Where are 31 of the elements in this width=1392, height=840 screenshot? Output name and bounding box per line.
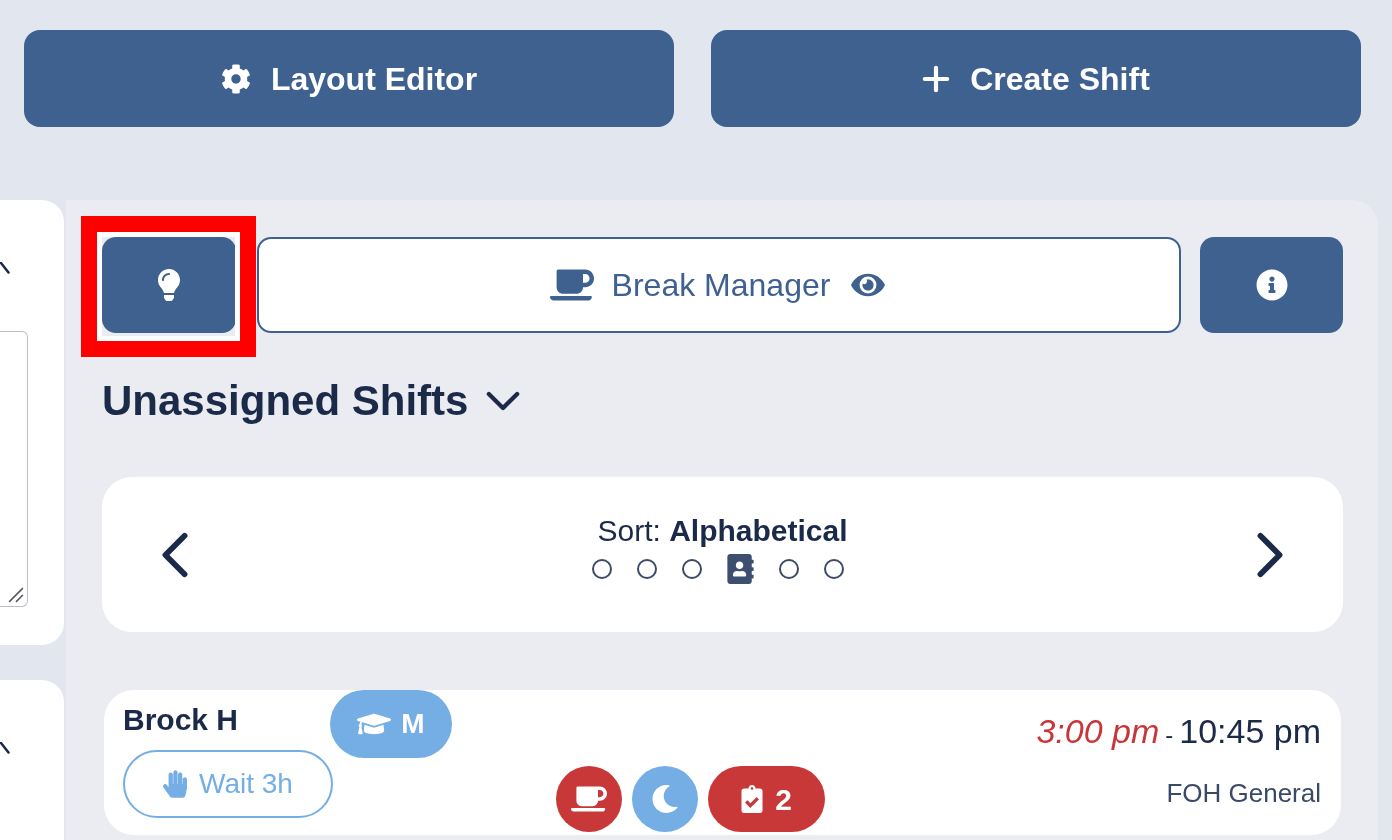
wait-time-label: Wait 3h xyxy=(199,767,293,801)
contact-book-icon[interactable] xyxy=(727,553,755,584)
layout-editor-button[interactable]: Layout Editor xyxy=(24,30,674,127)
employee-name: Brock H xyxy=(123,705,240,735)
position-label: FOH General xyxy=(1166,780,1321,806)
gear-icon xyxy=(220,63,251,94)
lightbulb-icon xyxy=(157,269,181,301)
start-time: 3:00 pm xyxy=(1036,714,1160,748)
chevron-down-icon[interactable] xyxy=(486,391,521,411)
end-time: 10:45 pm xyxy=(1179,714,1321,748)
chevron-up-icon[interactable] xyxy=(0,742,10,754)
hint-button[interactable] xyxy=(102,237,236,333)
hand-icon xyxy=(163,770,188,798)
break-manager-button[interactable]: Break Manager xyxy=(257,237,1181,333)
chevron-up-icon[interactable] xyxy=(0,262,10,274)
resize-handle-icon[interactable] xyxy=(8,587,24,603)
section-dropdown[interactable]: Unassigned Shifts xyxy=(102,380,521,422)
training-level-label: M xyxy=(401,707,425,741)
sort-label: Sort: Alphabetical xyxy=(597,515,848,546)
shift-card[interactable]: Brock H M Wait 3h 2 3:00 pm - 10:45 pm FOH General xyxy=(104,690,1341,835)
chevron-left-icon[interactable] xyxy=(160,531,190,578)
info-icon xyxy=(1255,269,1288,301)
chevron-right-icon[interactable] xyxy=(1255,531,1285,578)
coffee-cup-icon xyxy=(549,267,594,303)
plus-icon xyxy=(922,64,951,93)
clipboard-check-icon xyxy=(741,785,764,813)
text-area-field[interactable] xyxy=(0,331,28,607)
info-button[interactable] xyxy=(1200,237,1343,333)
create-shift-button[interactable]: Create Shift xyxy=(711,30,1361,127)
time-separator: - xyxy=(1165,723,1174,747)
task-count: 2 xyxy=(775,781,792,818)
